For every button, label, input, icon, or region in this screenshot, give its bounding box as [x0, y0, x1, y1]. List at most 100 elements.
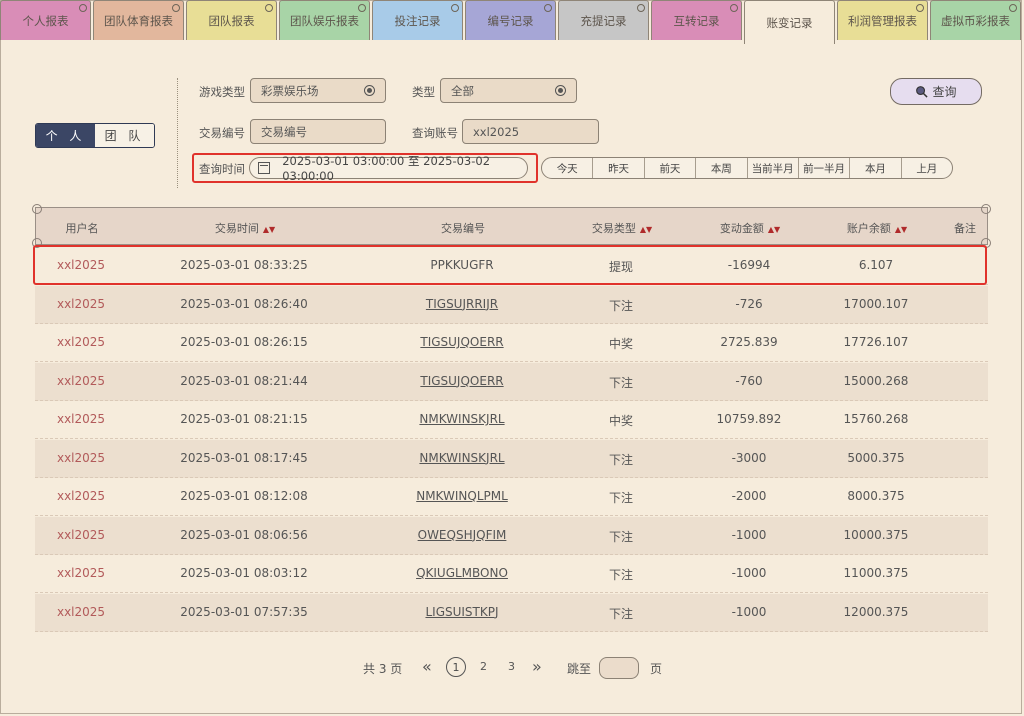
tab-11[interactable]: 虚拟币彩报表	[930, 0, 1021, 40]
search-button-label: 查询	[932, 85, 957, 99]
game-type-label: 游戏类型	[199, 85, 245, 99]
table-row: xxl2025 2025-03-01 08:21:44 TIGSUJQOERR 下注 -…	[35, 362, 988, 401]
cell-txn-no[interactable]: TIGSUJQOERR	[420, 374, 503, 388]
type-select[interactable]: 全部	[440, 78, 577, 103]
cell-balance: 12000.375	[843, 604, 909, 619]
jump-page-input[interactable]	[599, 657, 639, 679]
quick-range-button[interactable]: 上月	[902, 158, 952, 178]
cell-txn-no[interactable]: TIGSUJRRIJR	[426, 297, 498, 311]
table-row: xxl2025 2025-03-01 08:26:40 TIGSUJRRIJR 下注 -…	[35, 285, 988, 324]
cell-amount: -760	[735, 373, 763, 388]
prev-page-button[interactable]: «	[422, 657, 432, 676]
sort-icon: ▲▼	[894, 224, 908, 234]
cell-time: 2025-03-01 08:26:40	[180, 296, 308, 311]
table-row: xxl2025 2025-03-01 08:12:08 NMKWINQLPML 下注 -…	[35, 478, 988, 516]
page-2-button[interactable]: 2	[480, 660, 487, 673]
time-label: 查询时间	[199, 162, 245, 176]
col-time[interactable]: 交易时间 ▲▼	[215, 220, 275, 236]
cell-txn-no[interactable]: OWEQSHJQFIM	[418, 528, 507, 542]
tab-3[interactable]: 团队报表	[186, 0, 277, 40]
account-label: 查询账号	[412, 126, 458, 140]
cell-txn-no[interactable]: QKIUGLMBONO	[416, 566, 508, 580]
tab-7[interactable]: 充提记录	[558, 0, 649, 40]
cell-amount: -1000	[731, 527, 767, 542]
col-username: 用户名	[65, 222, 99, 235]
account-value: xxl2025	[473, 124, 520, 139]
next-page-button[interactable]: »	[532, 657, 542, 676]
table-header: 用户名 交易时间 ▲▼ 交易编号 交易类型 ▲▼ 变动金额 ▲▼ 账户余额 ▲▼ 备注	[32, 204, 991, 248]
cell-txn-type: 下注	[608, 452, 634, 467]
page-3-button[interactable]: 3	[508, 660, 515, 673]
cell-username: xxl2025	[56, 604, 106, 619]
cell-txn-no[interactable]: NMKWINQLPML	[416, 489, 508, 503]
cell-balance: 15000.268	[843, 373, 909, 388]
cell-balance: 17000.107	[843, 296, 909, 311]
col-balance[interactable]: 账户余额 ▲▼	[847, 220, 907, 236]
jump-label: 跳至	[567, 662, 592, 676]
page-1-button[interactable]: 1	[446, 657, 466, 677]
col-balance-label: 账户余额	[846, 222, 891, 235]
cell-amount: -1000	[731, 604, 767, 619]
game-type-value: 彩票娱乐场	[261, 83, 319, 98]
account-input[interactable]: xxl2025	[462, 119, 599, 144]
cell-time: 2025-03-01 08:26:15	[180, 335, 308, 349]
type-label: 类型	[412, 85, 435, 99]
tab-1[interactable]: 个人报表	[0, 0, 91, 40]
col-txn-no: 交易编号	[441, 222, 485, 235]
cell-time: 2025-03-01 08:06:56	[180, 527, 308, 542]
corner-ornament	[981, 204, 991, 214]
txn-no-input[interactable]: 交易编号	[250, 119, 386, 144]
scope-toggle: 个 人 团 队	[35, 123, 155, 148]
tab-9[interactable]: 账变记录	[744, 0, 835, 44]
table-row: xxl2025 2025-03-01 08:17:45 NMKWINSKJRL 下注 -…	[35, 439, 988, 478]
scope-personal-button[interactable]: 个 人	[36, 124, 95, 147]
cell-username: xxl2025	[56, 527, 106, 542]
cell-txn-no[interactable]: NMKWINSKJRL	[419, 412, 504, 426]
quick-range-button[interactable]: 今天	[542, 158, 594, 178]
col-time-label: 交易时间	[214, 222, 259, 235]
tab-2[interactable]: 团队体育报表	[93, 0, 184, 40]
tab-10[interactable]: 利润管理报表	[837, 0, 928, 40]
tab-6[interactable]: 编号记录	[465, 0, 556, 40]
sort-icon: ▲▼	[767, 224, 781, 234]
search-button[interactable]: 查询	[890, 78, 982, 105]
quick-range-button[interactable]: 昨天	[593, 158, 645, 178]
cell-username: xxl2025	[56, 450, 106, 465]
cell-amount: 10759.892	[716, 412, 782, 426]
report-tabs: 个人报表 团队体育报表 团队报表 团队娱乐报表 投注记录 编号记录 充提记录 互转记录 账变记录…	[0, 0, 1024, 44]
tab-4[interactable]: 团队娱乐报表	[279, 0, 370, 40]
cell-amount: -3000	[731, 450, 767, 465]
game-type-select[interactable]: 彩票娱乐场	[250, 78, 386, 103]
quick-range-button[interactable]: 本周	[696, 158, 748, 178]
cell-amount: -726	[735, 296, 763, 311]
table-row: xxl2025 2025-03-01 08:21:15 NMKWINSKJRL 中奖 1…	[35, 401, 988, 439]
cell-txn-no[interactable]: TIGSUJQOERR	[420, 335, 503, 349]
scope-team-button[interactable]: 团 队	[95, 124, 154, 147]
cell-username: xxl2025	[56, 296, 106, 311]
cell-amount: -2000	[731, 489, 767, 503]
col-amount-label: 变动金额	[719, 222, 764, 235]
page-unit-label: 页	[650, 662, 663, 676]
quick-range-button[interactable]: 前一半月	[799, 158, 851, 178]
quick-range-button[interactable]: 前天	[645, 158, 697, 178]
time-range-value: 2025-03-01 03:00:00 至 2025-03-02 03:00:0…	[282, 154, 491, 183]
quick-range-button[interactable]: 当前半月	[748, 158, 799, 178]
cell-txn-type: 下注	[608, 298, 634, 313]
tab-5[interactable]: 投注记录	[372, 0, 463, 40]
quick-range-button[interactable]: 本月	[850, 158, 902, 178]
col-amount[interactable]: 变动金额 ▲▼	[720, 220, 780, 236]
col-txn-type-label: 交易类型	[591, 222, 636, 235]
divider	[177, 78, 178, 188]
col-txn-type[interactable]: 交易类型 ▲▼	[592, 220, 652, 236]
table-row: xxl2025 2025-03-01 07:57:35 LIGSUISTKPJ 下注 -…	[35, 593, 988, 632]
cell-txn-type: 下注	[608, 375, 634, 390]
tab-8[interactable]: 互转记录	[651, 0, 742, 40]
cell-txn-type: 下注	[608, 606, 634, 621]
cell-username: xxl2025	[56, 566, 106, 580]
table-row: xxl2025 2025-03-01 08:26:15 TIGSUJQOERR 中奖 2…	[35, 324, 988, 362]
cell-txn-no[interactable]: LIGSUISTKPJ	[425, 605, 498, 619]
time-range-input[interactable]: 2025-03-01 03:00:00 至 2025-03-02 03:00:0…	[249, 154, 528, 183]
cell-txn-no[interactable]: NMKWINSKJRL	[419, 451, 504, 465]
cell-time: 2025-03-01 08:12:08	[180, 489, 308, 503]
dropdown-icon	[364, 85, 375, 96]
